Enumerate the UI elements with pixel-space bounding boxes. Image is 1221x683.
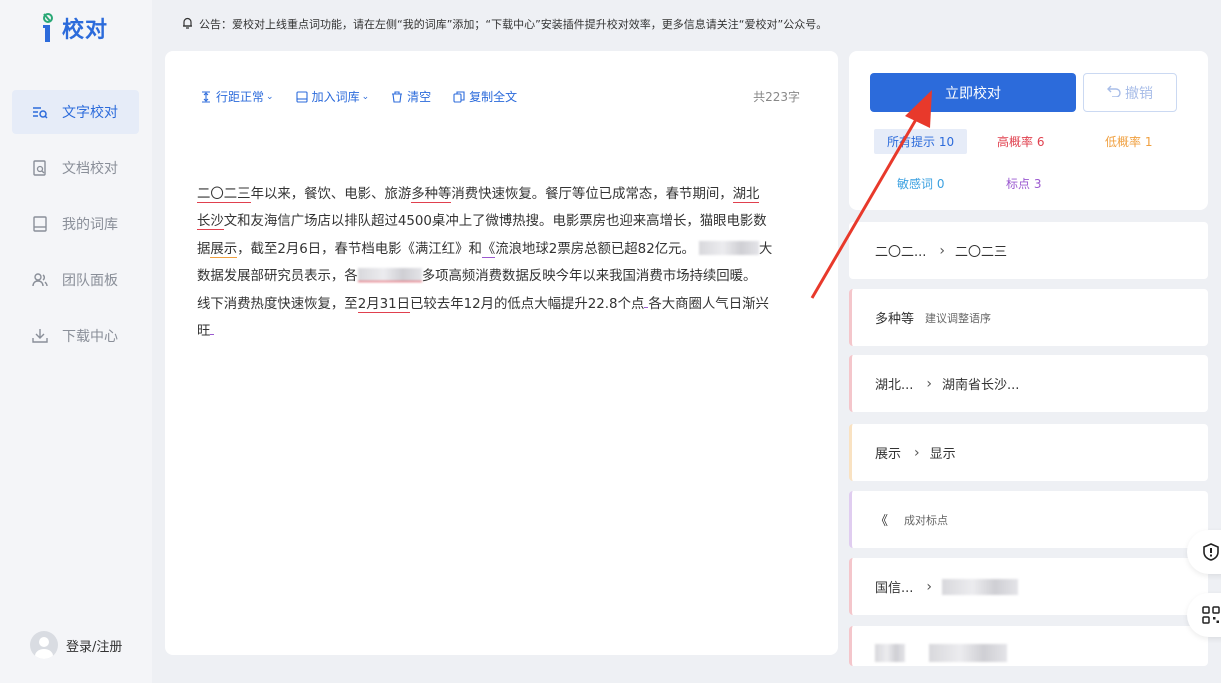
redacted-text (357, 268, 422, 283)
sidebar-item-download[interactable]: 下载中心 (12, 314, 139, 358)
announcement-text: 公告：爱校对上线重点词功能，请在左侧“我的词库”添加；“下载中心”安装插件提升校… (199, 18, 828, 31)
line-spacing-icon (202, 90, 210, 103)
char-count: 共223字 (753, 90, 800, 104)
suggestion-hint: 成对标点 (904, 513, 949, 527)
qrcode-icon (1202, 606, 1220, 624)
add-dict-label: 加入词库 (311, 90, 360, 104)
suggestion-card[interactable]: 湖北... › 湖南省长沙... (849, 355, 1208, 412)
filter-sensitive[interactable]: 敏感词 0 (897, 175, 944, 192)
clear-label: 清空 (407, 90, 432, 104)
suggestion-original: 《 (875, 514, 889, 529)
redacted-text (929, 644, 1007, 662)
error-mark[interactable]: 多种等 (411, 187, 452, 203)
chevron-right-icon: › (926, 578, 933, 595)
avatar (30, 631, 58, 659)
error-mark[interactable]: 二〇二三 (197, 187, 251, 203)
chevron-down-icon: ⌄ (361, 91, 370, 102)
editor-text[interactable]: 二〇二三年以来，餐饮、电影、旅游多种等消费快速恢复。餐厅等位已成常态，春节期间，… (197, 181, 809, 345)
logo-text: 校对 (62, 18, 109, 43)
download-icon (32, 328, 48, 344)
copy-all-label: 复制全文 (469, 90, 518, 104)
chevron-down-icon: ⌄ (266, 91, 274, 102)
sidebar-item-label: 团队面板 (62, 273, 118, 289)
suggestion-original: 多种等 (875, 312, 915, 327)
error-mark[interactable]: 2月31日 (357, 296, 411, 313)
filter-all[interactable]: 所有提示 10 (874, 129, 968, 154)
suggestion-card[interactable]: 二〇二... › 二〇二三 (849, 222, 1208, 279)
editor-toolbar: 行距正常 ⌄ 加入词库 ⌄ 清空 复制全文 (200, 88, 539, 105)
book-icon (32, 216, 48, 232)
undo-button[interactable]: 撤销 (1083, 73, 1177, 112)
sidebar-item-team[interactable]: 团队面板 (12, 258, 139, 302)
sidebar-item-my-dict[interactable]: 我的词库 (12, 202, 139, 246)
text-check-icon (32, 104, 48, 120)
sidebar-item-label: 文档校对 (62, 161, 118, 177)
trash-icon (392, 90, 403, 103)
undo-icon (1107, 85, 1121, 101)
sidebar-item-label: 文字校对 (62, 105, 118, 121)
logo-icon (43, 13, 53, 42)
suggestion-original: 湖北... (875, 378, 914, 393)
sidebar: 校对 文字校对 文档校对 我的词库 团队面板 下载中心 登录/注册 (0, 0, 152, 683)
suggestion-card[interactable]: 《 成对标点 (849, 491, 1208, 548)
error-mark[interactable]: 湖北 (732, 187, 760, 203)
filter-punctuation[interactable]: 标点 3 (1006, 175, 1041, 192)
suggestion-replacement: 显示 (929, 447, 956, 462)
line-spacing-label: 行距正常 (216, 90, 265, 104)
line-spacing-dropdown[interactable]: 行距正常 ⌄ (200, 88, 274, 105)
add-dict-dropdown[interactable]: 加入词库 ⌄ (296, 88, 370, 105)
filter-high[interactable]: 高概率 6 (997, 133, 1044, 150)
suggestion-replacement: 二〇二三 (955, 245, 1008, 260)
sidebar-item-label: 我的词库 (62, 217, 118, 233)
suggestion-card[interactable]: 多种等 建议调整语序 (849, 289, 1208, 346)
editor-panel: 行距正常 ⌄ 加入词库 ⌄ 清空 复制全文 共223字 二〇二三年以来，餐饮、电… (165, 51, 838, 655)
redacted-text (698, 240, 759, 255)
undo-label: 撤销 (1125, 85, 1153, 102)
suggestion-card[interactable]: 国信... › (849, 558, 1208, 615)
bell-icon (182, 17, 193, 32)
suggestion-hint: 建议调整语序 (925, 311, 992, 325)
document-check-icon (32, 160, 48, 176)
logo[interactable]: 校对 (40, 12, 108, 44)
suggestion-original: 二〇二... (875, 245, 927, 260)
filter-low[interactable]: 低概率 1 (1105, 133, 1152, 150)
sidebar-item-text-check[interactable]: 文字校对 (12, 90, 139, 134)
login-label: 登录/注册 (66, 639, 123, 655)
suggestion-original: 展示 (875, 447, 902, 462)
error-mark[interactable]: 长沙 (197, 214, 224, 231)
shield-icon (1203, 543, 1219, 561)
error-mark[interactable]: 展示 (210, 241, 238, 258)
sidebar-item-doc-check[interactable]: 文档校对 (12, 146, 139, 190)
sidebar-nav: 文字校对 文档校对 我的词库 团队面板 下载中心 (12, 90, 139, 370)
redacted-text (942, 578, 1019, 595)
suggestion-original: 国信... (875, 581, 914, 596)
chevron-right-icon: › (914, 444, 920, 461)
book-icon (296, 90, 308, 103)
copy-all-button[interactable]: 复制全文 (453, 88, 517, 105)
announcement-bar: 公告：爱校对上线重点词功能，请在左侧“我的词库”添加；“下载中心”安装插件提升校… (182, 16, 827, 32)
chevron-right-icon: › (939, 242, 946, 259)
redacted-text (875, 644, 905, 662)
login-link[interactable]: 登录/注册 (30, 631, 122, 659)
clear-button[interactable]: 清空 (391, 88, 431, 105)
suggestion-replacement: 湖南省长沙... (942, 378, 1020, 393)
team-icon (32, 272, 48, 288)
copy-icon (453, 90, 465, 103)
suggestion-card[interactable]: 展示 › 显示 (849, 424, 1208, 481)
sidebar-item-label: 下载中心 (62, 329, 118, 345)
error-mark[interactable]: 《 (481, 241, 496, 258)
error-mark[interactable] (210, 321, 215, 336)
suggestion-card[interactable] (849, 626, 1208, 666)
check-now-button[interactable]: 立即校对 (870, 73, 1076, 112)
chevron-right-icon: › (926, 375, 933, 392)
check-panel: 立即校对 撤销 所有提示 10 高概率 6 低概率 1 敏感词 0 标点 3 (849, 51, 1208, 210)
